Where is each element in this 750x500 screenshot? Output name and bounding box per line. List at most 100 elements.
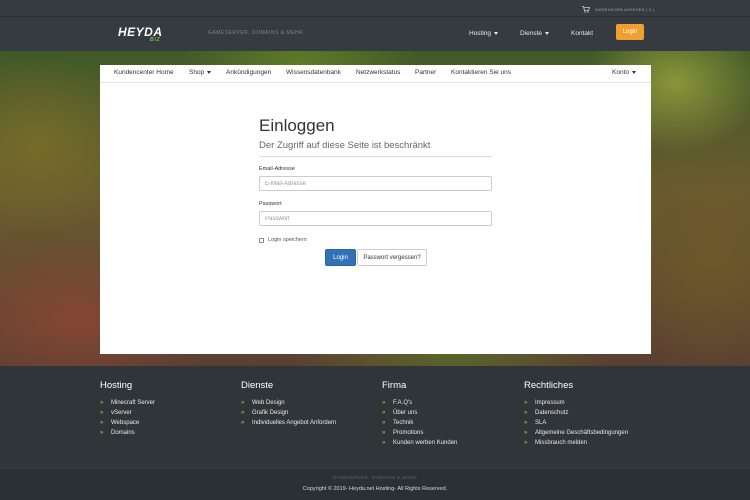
footer-link-item[interactable]: » Webspace — [100, 418, 155, 428]
subnav-item-home[interactable]: Kundencenter Home — [114, 69, 174, 76]
double-chevron-right-icon: » — [100, 400, 103, 406]
double-chevron-right-icon: » — [100, 420, 103, 426]
login-button[interactable]: Login — [325, 249, 356, 266]
subnav-item-partner[interactable]: Partner — [415, 69, 436, 76]
password-label: Passwort — [259, 201, 282, 207]
header-divider — [0, 16, 750, 17]
double-chevron-right-icon: » — [241, 420, 244, 426]
footer-link[interactable]: Individuelles Angebot Anfordern — [252, 420, 336, 426]
double-chevron-right-icon: » — [382, 410, 385, 416]
double-chevron-right-icon: » — [524, 440, 527, 446]
nav-dienste-label: Dienste — [520, 29, 543, 37]
footer-link[interactable]: F.A.Q's — [393, 400, 412, 406]
footer-link-item[interactable]: » F.A.Q's — [382, 398, 457, 408]
nav-hosting[interactable]: Hosting — [469, 24, 499, 42]
subnav-item-shop[interactable]: Shop — [189, 69, 212, 76]
footer-link-list: » F.A.Q's » Über uns » Technik » Promotions … — [382, 398, 457, 448]
remember-checkbox[interactable] — [259, 237, 264, 243]
footer-link-item[interactable]: » Technik — [382, 418, 457, 428]
nav-dienste[interactable]: Dienste — [520, 24, 550, 42]
email-field[interactable] — [259, 176, 492, 191]
subnav-item-label: Shop — [189, 69, 205, 76]
footer-link[interactable]: Minecraft Server — [111, 400, 155, 406]
footer-heading: Rechtliches — [524, 380, 574, 391]
footer-column-rechtliches: Rechtliches » Impressum » Datenschutz » SLA… — [524, 380, 628, 448]
footer-link[interactable]: Allgemeine Geschäftsbedingungen — [535, 430, 628, 436]
svg-text:BIZ: BIZ — [150, 37, 161, 42]
footer-link[interactable]: Promotions — [393, 430, 423, 436]
subnav-item-label: Kontaktieren Sie uns — [451, 69, 511, 76]
footer-link[interactable]: SLA — [535, 420, 546, 426]
subnav-item-label: Kundencenter Home — [114, 69, 174, 76]
caret-down-icon — [494, 31, 499, 35]
footer-link[interactable]: Domains — [111, 430, 135, 436]
heyda-logo[interactable]: HEYDA BIZ — [117, 24, 171, 42]
title-divider — [259, 156, 492, 157]
double-chevron-right-icon: » — [524, 400, 527, 406]
footer-link-list: » Minecraft Server » vServer » Webspace » Do… — [100, 398, 155, 438]
double-chevron-right-icon: » — [382, 430, 385, 436]
subnav-item-announcements[interactable]: Ankündigungen — [226, 69, 271, 76]
copyright-bar: GAMESERVER, DOMAINS & MORE Copyright © 2… — [0, 468, 750, 500]
remember-label: Login speichern — [268, 237, 307, 243]
footer-link[interactable]: Datenschutz — [535, 410, 568, 416]
header-login-button[interactable]: Login — [616, 24, 644, 40]
caret-down-icon — [207, 71, 212, 74]
double-chevron-right-icon: » — [382, 420, 385, 426]
footer-link[interactable]: Impressum — [535, 400, 565, 406]
page-title: Einloggen — [259, 116, 335, 135]
subnav-item-contact[interactable]: Kontaktieren Sie uns — [451, 69, 511, 76]
double-chevron-right-icon: » — [100, 410, 103, 416]
subnav-account[interactable]: Konto — [612, 69, 636, 76]
double-chevron-right-icon: » — [382, 440, 385, 446]
nav-kontakt-label: Kontakt — [571, 29, 594, 37]
copyright-text: Copyright © 2019- Heyda.net Hosting- All… — [302, 486, 448, 492]
footer-link[interactable]: Über uns — [393, 410, 417, 416]
footer-link-item[interactable]: » Promotions — [382, 428, 457, 438]
footer-link[interactable]: vServer — [111, 410, 132, 416]
forgot-password-button[interactable]: Passwort vergessen? — [357, 249, 427, 266]
nav-kontakt[interactable]: Kontakt — [571, 24, 593, 42]
footer-link[interactable]: Grafik Design — [252, 410, 288, 416]
login-card: Kundencenter Home Shop Ankündigungen Wis… — [100, 65, 651, 354]
footer: Hosting » Minecraft Server » vServer » Webs… — [0, 366, 750, 468]
footer-heading: Dienste — [241, 380, 274, 391]
double-chevron-right-icon: » — [241, 410, 244, 416]
footer-link-item[interactable]: » Missbrauch melden — [524, 438, 628, 448]
footer-link-item[interactable]: » vServer — [100, 408, 155, 418]
footer-link-item[interactable]: » SLA — [524, 418, 628, 428]
footer-link-item[interactable]: » Datenschutz — [524, 408, 628, 418]
footer-link-item[interactable]: » Grafik Design — [241, 408, 336, 418]
cart-link[interactable]: WARENKORB ANSEHEN ( 0 ) — [582, 5, 654, 13]
footer-link[interactable]: Web Design — [252, 400, 285, 406]
footer-link-item[interactable]: » Minecraft Server — [100, 398, 155, 408]
caret-down-icon — [632, 71, 636, 74]
footer-link[interactable]: Technik — [393, 420, 413, 426]
footer-link[interactable]: Webspace — [111, 420, 139, 426]
footer-link-item[interactable]: » Kunden werben Kunden — [382, 438, 457, 448]
footer-link-item[interactable]: » Individuelles Angebot Anfordern — [241, 418, 336, 428]
footer-column-dienste: Dienste » Web Design » Grafik Design » Indi… — [241, 380, 336, 428]
footer-link-item[interactable]: » Über uns — [382, 408, 457, 418]
subnav-item-knowledgebase[interactable]: Wissensdatenbank — [286, 69, 341, 76]
footer-link-item[interactable]: » Impressum — [524, 398, 628, 408]
double-chevron-right-icon: » — [524, 410, 527, 416]
email-label: Email-Adresse — [259, 166, 295, 172]
subnav-item-network-status[interactable]: Netzwerkstatus — [356, 69, 400, 76]
subnav-item-label: Netzwerkstatus — [356, 69, 401, 76]
footer-column-hosting: Hosting » Minecraft Server » vServer » Webs… — [100, 380, 155, 438]
top-header: WARENKORB ANSEHEN ( 0 ) HEYDA BIZ GAMESE… — [0, 0, 750, 51]
nav-hosting-label: Hosting — [469, 29, 492, 37]
header-tagline: GAMESERVER, DOMAINS & MEHR — [208, 30, 304, 36]
footer-column-firma: Firma » F.A.Q's » Über uns » Technik » Promo… — [382, 380, 457, 448]
subnav-item-label: Wissensdatenbank — [286, 69, 341, 76]
footer-link-item[interactable]: » Allgemeine Geschäftsbedingungen — [524, 428, 628, 438]
footer-link-item[interactable]: » Web Design — [241, 398, 336, 408]
double-chevron-right-icon: » — [382, 400, 385, 406]
footer-link-item[interactable]: » Domains — [100, 428, 155, 438]
footer-link[interactable]: Missbrauch melden — [535, 440, 587, 446]
password-field[interactable] — [259, 211, 492, 226]
remember-me[interactable]: Login speichern — [259, 237, 307, 243]
footer-link-list: » Impressum » Datenschutz » SLA » Allgemeine… — [524, 398, 628, 448]
footer-link[interactable]: Kunden werben Kunden — [393, 440, 457, 446]
